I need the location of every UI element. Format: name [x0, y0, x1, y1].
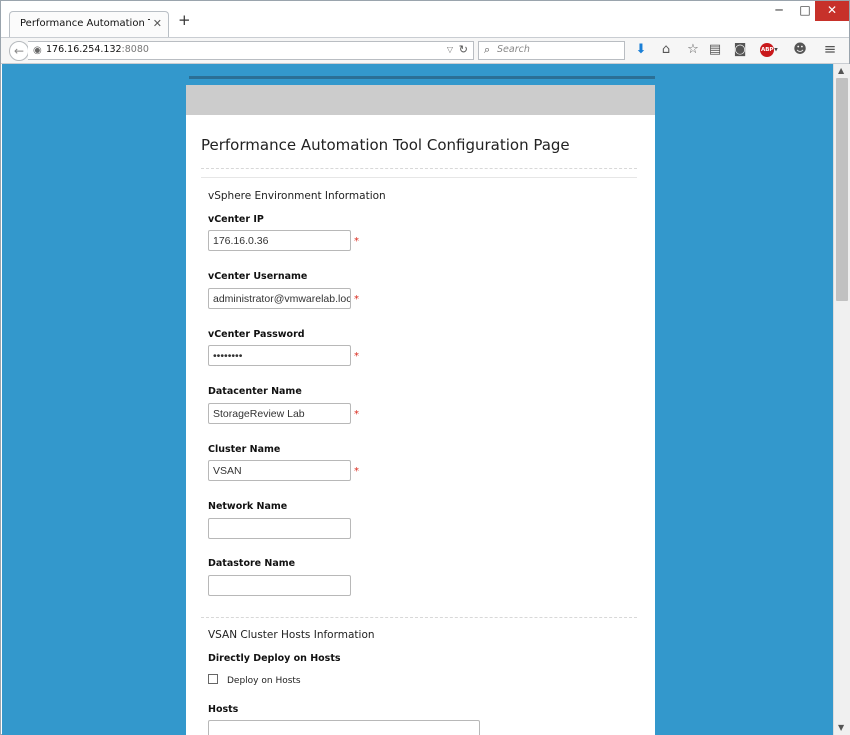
title-bar: Performance Automation Tool ... ✕ + ─ □ … — [1, 1, 849, 37]
vcenter-password-input[interactable]: •••••••• — [208, 345, 351, 366]
cluster-name-input[interactable]: VSAN — [208, 460, 351, 481]
datastore-name-label: Datastore Name — [208, 558, 296, 569]
card-top-shadow — [189, 76, 655, 79]
datastore-name-input[interactable] — [208, 575, 351, 596]
vcenter-ip-input[interactable]: 176.16.0.36 — [208, 230, 351, 251]
hosts-label: Hosts — [208, 704, 239, 715]
vcenter-username-input[interactable]: administrator@vmwarelab.loc — [208, 288, 351, 309]
browser-tab[interactable]: Performance Automation Tool ... ✕ — [9, 11, 169, 37]
scroll-up-icon[interactable]: ▲ — [838, 66, 844, 75]
network-name-label: Network Name — [208, 501, 288, 512]
divider — [201, 617, 637, 618]
card-header-bar — [186, 85, 655, 115]
download-icon[interactable]: ⬇ — [632, 42, 650, 57]
hosts-input[interactable] — [208, 720, 480, 735]
required-asterisk: * — [354, 466, 359, 477]
pocket-icon[interactable]: ◙ — [731, 42, 749, 57]
reload-icon[interactable]: ↻ — [459, 43, 468, 56]
page-viewport: Performance Automation Tool Configuratio… — [2, 64, 833, 735]
minimize-button[interactable]: ─ — [765, 1, 793, 21]
new-tab-button[interactable]: + — [178, 13, 191, 28]
url-port: :8080 — [121, 44, 149, 55]
tab-close-icon[interactable]: ✕ — [153, 17, 162, 30]
directly-deploy-label: Directly Deploy on Hosts — [208, 653, 341, 664]
abp-dropdown-icon: ▾ — [774, 45, 778, 54]
search-icon: ⌕ — [484, 43, 491, 56]
deploy-on-hosts-label: Deploy on Hosts — [227, 676, 301, 686]
close-window-button[interactable]: ✕ — [815, 1, 849, 21]
search-placeholder: Search — [497, 44, 530, 55]
back-button[interactable]: ← — [9, 41, 29, 61]
vcenter-password-label: vCenter Password — [208, 329, 305, 340]
reading-list-icon[interactable]: ▤ — [706, 42, 724, 57]
deploy-on-hosts-checkbox[interactable] — [208, 674, 218, 684]
cluster-name-label: Cluster Name — [208, 444, 281, 455]
address-bar[interactable]: ◉ 176.16.254.132:8080 ▽ ↻ — [28, 41, 474, 60]
tab-title: Performance Automation Tool ... — [20, 18, 150, 29]
scrollbar-thumb[interactable] — [836, 78, 848, 301]
url-dropdown-icon[interactable]: ▽ — [447, 45, 453, 54]
divider — [201, 177, 637, 178]
search-input[interactable]: ⌕ Search — [478, 41, 625, 60]
required-asterisk: * — [354, 294, 359, 305]
vertical-scrollbar[interactable]: ▲ ▼ — [833, 64, 850, 735]
section-title-vsphere: vSphere Environment Information — [208, 190, 386, 202]
datacenter-name-label: Datacenter Name — [208, 386, 302, 397]
abp-badge: ABP — [760, 42, 775, 57]
required-asterisk: * — [354, 351, 359, 362]
scroll-down-icon[interactable]: ▼ — [838, 723, 844, 732]
divider — [201, 168, 637, 169]
feedback-smiley-icon[interactable]: ☻ — [791, 42, 809, 57]
page-title: Performance Automation Tool Configuratio… — [201, 136, 570, 154]
section-title-vsan: VSAN Cluster Hosts Information — [208, 629, 375, 641]
bookmark-star-icon[interactable]: ☆ — [684, 42, 702, 57]
required-asterisk: * — [354, 409, 359, 420]
url-host: 176.16.254.132 — [46, 44, 122, 55]
adblock-plus-icon[interactable]: ABP▾ — [757, 42, 781, 57]
vcenter-ip-label: vCenter IP — [208, 214, 264, 225]
required-asterisk: * — [354, 236, 359, 247]
browser-window: Performance Automation Tool ... ✕ + ─ □ … — [0, 0, 850, 735]
hamburger-menu-icon[interactable]: ≡ — [821, 40, 839, 58]
configuration-form: Performance Automation Tool Configuratio… — [186, 115, 655, 735]
datacenter-name-input[interactable]: StorageReview Lab — [208, 403, 351, 424]
vcenter-username-label: vCenter Username — [208, 271, 308, 282]
globe-icon: ◉ — [33, 45, 42, 56]
navigation-bar: ← ◉ 176.16.254.132:8080 ▽ ↻ ⌕ Search ⬇ ⌂… — [1, 37, 849, 64]
home-icon[interactable]: ⌂ — [657, 42, 675, 57]
network-name-input[interactable] — [208, 518, 351, 539]
